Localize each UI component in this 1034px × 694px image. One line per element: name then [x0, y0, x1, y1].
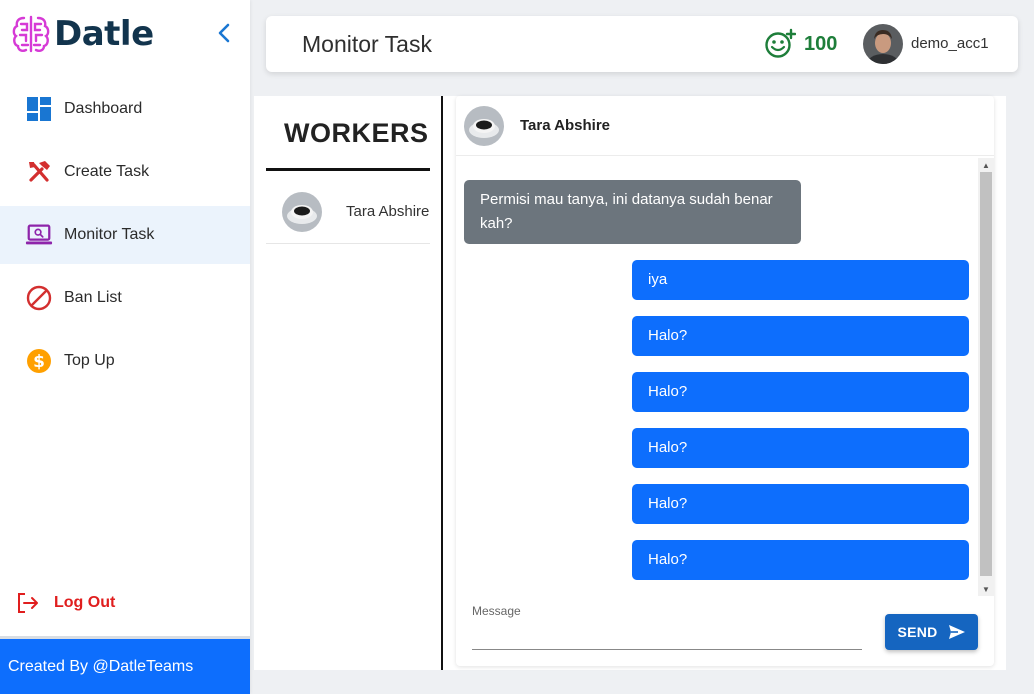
ban-icon: [25, 284, 53, 312]
sidebar-item-ban-list[interactable]: Ban List: [0, 269, 250, 327]
collapse-sidebar-button[interactable]: [212, 20, 236, 46]
dollar-icon: $: [25, 347, 53, 375]
worker-name: Tara Abshire: [346, 203, 430, 220]
send-icon: [948, 625, 965, 639]
scroll-up-arrow-icon[interactable]: ▲: [978, 158, 994, 172]
smiley-plus-icon: [765, 28, 796, 58]
worker-list-item[interactable]: Tara Abshire: [266, 180, 430, 244]
logout-button[interactable]: Log Out: [16, 588, 115, 618]
logout-label: Log Out: [54, 594, 116, 611]
brand-logo[interactable]: Datle: [12, 12, 154, 56]
svg-text:$: $: [33, 352, 45, 372]
sidebar-item-label: Monitor Task: [64, 226, 155, 243]
message-input[interactable]: [472, 620, 862, 650]
sidebar-item-label: Create Task: [64, 163, 150, 180]
brain-logo-icon: [12, 15, 50, 53]
contact-avatar: [464, 105, 504, 146]
chat-panel: Tara Abshire Permisi mau tanya, ini data…: [456, 96, 994, 666]
contact-name: Tara Abshire: [520, 117, 611, 134]
message-outgoing: Halo?: [632, 484, 969, 524]
chevron-left-icon: [218, 23, 230, 43]
workers-divider: [266, 168, 430, 171]
main-panel: WORKERS Tara Abshire Tara Abshire Permis…: [254, 96, 1006, 670]
laptop-icon: [25, 221, 53, 249]
sidebar-nav: Dashboard Create Task Monitor Task Ban L…: [0, 80, 250, 395]
message-list: Permisi mau tanya, ini datanya sudah ben…: [456, 158, 994, 596]
user-avatar[interactable]: [863, 24, 903, 64]
message-input-label: Message: [472, 604, 521, 618]
sidebar-item-create-task[interactable]: Create Task: [0, 143, 250, 201]
message-outgoing: iya: [632, 260, 969, 300]
brand-name: Datle: [54, 14, 154, 54]
message-outgoing: Halo?: [632, 372, 969, 412]
scroll-down-arrow-icon[interactable]: ▼: [978, 582, 994, 596]
sidebar-item-label: Dashboard: [64, 100, 143, 117]
workers-title: WORKERS: [284, 118, 429, 148]
sidebar-item-label: Ban List: [64, 289, 122, 306]
chat-header: Tara Abshire: [456, 96, 994, 156]
scrollbar-thumb[interactable]: [980, 172, 992, 576]
message-scrollbar[interactable]: ▲ ▼: [978, 158, 994, 596]
message-outgoing: Halo?: [632, 428, 969, 468]
tools-icon: [25, 158, 53, 186]
workers-panel: WORKERS Tara Abshire: [266, 96, 430, 670]
top-header: Monitor Task 100 demo_acc1: [266, 16, 1018, 72]
sidebar-item-monitor-task[interactable]: Monitor Task: [0, 206, 250, 264]
score-value: 100: [804, 33, 838, 55]
panel-divider: [441, 96, 443, 670]
sidebar-item-label: Top Up: [64, 352, 115, 369]
worker-avatar: [282, 191, 322, 232]
sidebar-footer: Created By @DatleTeams: [0, 636, 250, 694]
message-outgoing: Halo?: [632, 540, 969, 580]
username: demo_acc1: [911, 35, 989, 52]
sidebar-item-dashboard[interactable]: Dashboard: [0, 80, 250, 138]
message-incoming: Permisi mau tanya, ini datanya sudah ben…: [464, 180, 801, 244]
page-title: Monitor Task: [302, 31, 432, 57]
send-button-label: SEND: [897, 624, 938, 640]
sidebar: Datle Dashboard Create Task Monitor Task…: [0, 0, 250, 694]
message-outgoing: Halo?: [632, 316, 969, 356]
sidebar-item-top-up[interactable]: $ Top Up: [0, 332, 250, 390]
logout-icon: [18, 593, 38, 613]
dashboard-icon: [25, 95, 53, 123]
send-button[interactable]: SEND: [885, 614, 978, 650]
